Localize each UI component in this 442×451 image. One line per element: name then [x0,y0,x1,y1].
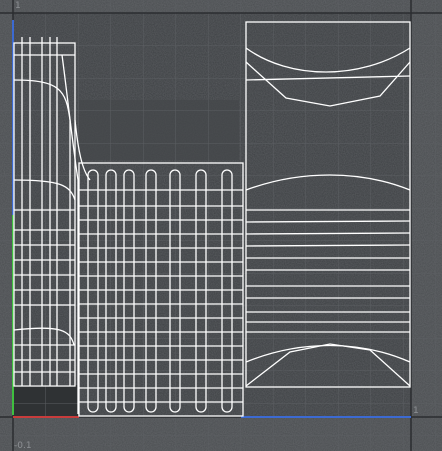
uv-layout-canvas[interactable] [0,0,442,451]
uv-grid-minor [0,0,442,451]
uv-editor-viewport[interactable]: 1 1 -0.1 [0,0,442,451]
